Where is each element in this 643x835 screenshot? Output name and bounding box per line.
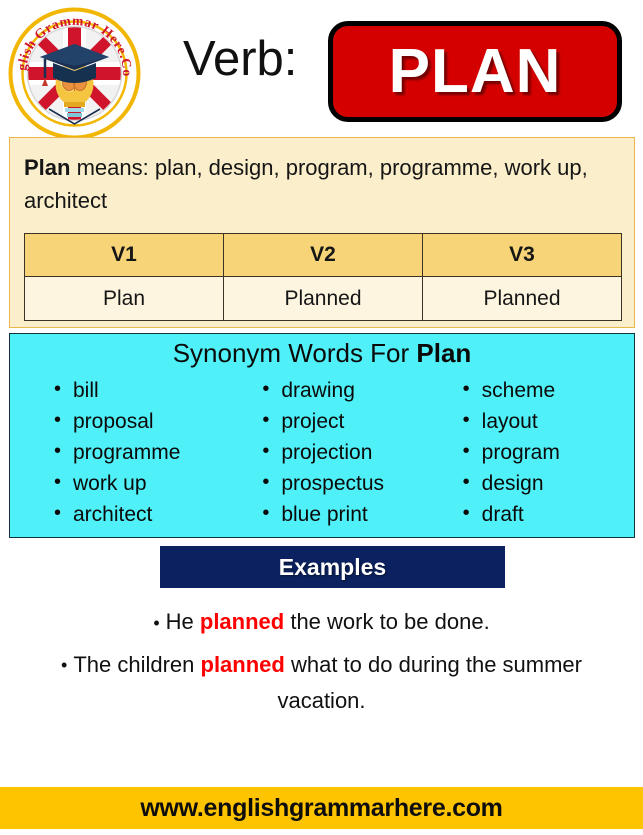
list-item: draft bbox=[458, 498, 634, 530]
page-header: English Grammar Here.Com Verb: PLAN bbox=[0, 0, 643, 140]
synonyms-title-prefix: Synonym Words For bbox=[172, 338, 417, 368]
verb-word-badge: PLAN bbox=[328, 21, 622, 122]
footer-bar: www.englishgrammarhere.com bbox=[0, 787, 643, 829]
synonyms-title: Synonym Words For Plan bbox=[10, 338, 634, 369]
definition-means-prefix: means: bbox=[70, 155, 155, 180]
cell-v2: Planned bbox=[223, 276, 423, 321]
examples-header-bar: Examples bbox=[160, 546, 505, 588]
example-item-1: • He planned the work to be done. bbox=[28, 604, 615, 641]
list-item: drawing bbox=[257, 374, 433, 406]
cell-v3: Planned bbox=[422, 276, 622, 321]
list-item: work up bbox=[49, 467, 225, 499]
example-2-after: what to do during the summer vacation. bbox=[277, 651, 582, 714]
definition-text: Plan means: plan, design, program, progr… bbox=[24, 151, 614, 217]
list-item: program bbox=[458, 436, 634, 468]
column-header-v3: V3 bbox=[422, 233, 622, 277]
synonyms-column-1: bill proposal programme work up architec… bbox=[10, 374, 225, 530]
list-item: architect bbox=[49, 498, 225, 530]
examples-list: • He planned the work to be done. • The ch… bbox=[28, 604, 615, 724]
list-item: layout bbox=[458, 405, 634, 437]
table-header-row: V1 V2 V3 bbox=[24, 233, 622, 277]
example-2-before: The children bbox=[73, 651, 201, 677]
example-1-highlight: planned bbox=[199, 609, 285, 634]
example-1-before: He bbox=[165, 609, 200, 634]
bullet-icon: • bbox=[153, 612, 160, 633]
list-item: project bbox=[257, 405, 433, 437]
list-item: design bbox=[458, 467, 634, 499]
verb-label: Verb: bbox=[183, 32, 298, 86]
column-header-v1: V1 bbox=[24, 233, 224, 277]
list-item: projection bbox=[257, 436, 433, 468]
synonyms-column-2: drawing project projection prospectus bl… bbox=[225, 374, 433, 530]
cell-v1: Plan bbox=[24, 276, 224, 321]
examples-header-label: Examples bbox=[278, 553, 387, 580]
column-header-v2: V2 bbox=[223, 233, 423, 277]
synonyms-columns: bill proposal programme work up architec… bbox=[10, 374, 634, 530]
table-row: Plan Planned Planned bbox=[24, 276, 622, 321]
example-2-highlight: planned bbox=[200, 651, 285, 677]
verb-forms-table: V1 V2 V3 Plan Planned Planned bbox=[24, 233, 622, 321]
footer-website-url: www.englishgrammarhere.com bbox=[140, 793, 503, 822]
bullet-icon: • bbox=[61, 655, 68, 676]
example-item-2: • The children planned what to do during … bbox=[28, 647, 615, 719]
list-item: programme bbox=[49, 436, 225, 468]
logo-badge-icon: English Grammar Here.Com bbox=[7, 6, 141, 140]
site-logo: English Grammar Here.Com bbox=[7, 6, 142, 141]
list-item: proposal bbox=[49, 405, 225, 437]
list-item: prospectus bbox=[257, 467, 433, 499]
definition-word: Plan bbox=[24, 155, 71, 180]
verb-word-text: PLAN bbox=[388, 36, 562, 106]
list-item: blue print bbox=[257, 498, 433, 530]
list-item: scheme bbox=[458, 374, 634, 406]
synonyms-panel: Synonym Words For Plan bill proposal pro… bbox=[9, 333, 635, 538]
synonyms-column-3: scheme layout program design draft bbox=[434, 374, 634, 530]
list-item: bill bbox=[49, 374, 225, 406]
definition-panel: Plan means: plan, design, program, progr… bbox=[9, 137, 635, 328]
example-1-after: the work to be done. bbox=[284, 609, 490, 634]
synonyms-title-word: Plan bbox=[416, 338, 472, 368]
